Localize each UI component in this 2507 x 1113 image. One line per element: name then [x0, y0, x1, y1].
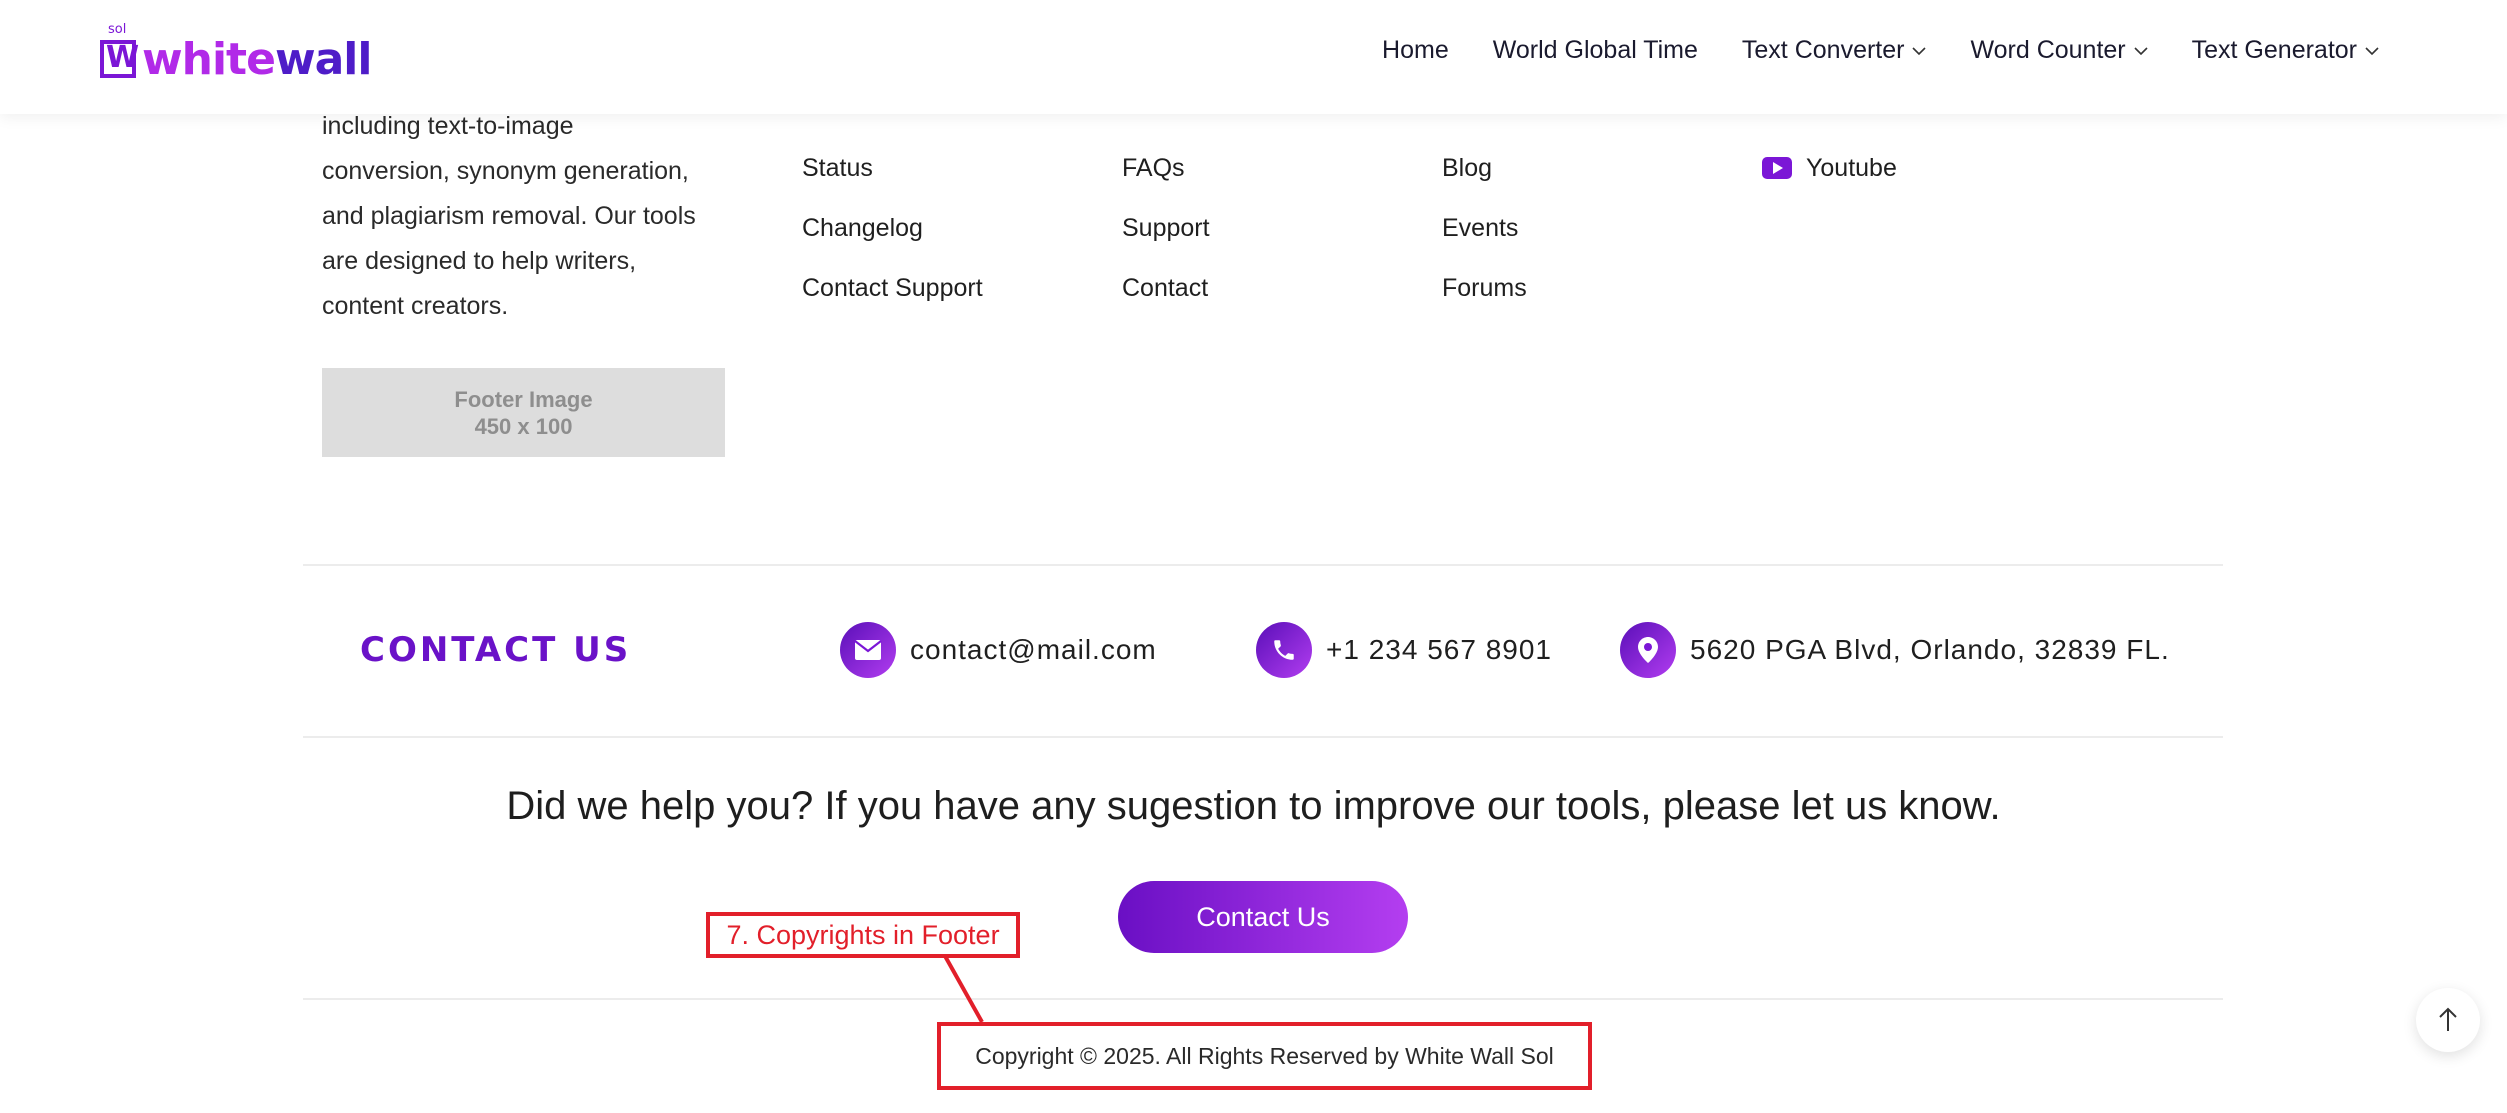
main-nav: Home World Global Time Text Converter Wo… [1382, 36, 2379, 65]
nav-word-counter[interactable]: Word Counter [1970, 36, 2148, 65]
footer-links-column-2: FAQs Support Contact [1122, 138, 1210, 318]
chevron-down-icon [2134, 46, 2148, 55]
footer-image-size: 450 x 100 [474, 413, 573, 439]
chevron-down-icon [2365, 46, 2379, 55]
footer-about-text: including text-to-image conversion, syno… [322, 104, 742, 329]
footer-links-column-1: Status Changelog Contact Support [802, 138, 983, 318]
footer-image-title: Footer Image [454, 386, 593, 412]
footer-link-status[interactable]: Status [802, 138, 983, 198]
footer-link-changelog[interactable]: Changelog [802, 198, 983, 258]
divider [303, 564, 2223, 566]
contact-email[interactable]: contact@mail.com [840, 622, 1157, 678]
footer-link-faqs[interactable]: FAQs [1122, 138, 1210, 198]
contact-phone-text: +1 234 567 8901 [1326, 634, 1552, 665]
contact-us-button[interactable]: Contact Us [1118, 881, 1408, 953]
footer-social-column: Youtube [1762, 138, 1897, 198]
divider [303, 736, 2223, 738]
footer-image-placeholder: Footer Image 450 x 100 [322, 368, 725, 457]
contact-us-title: CONTACT US [360, 630, 632, 670]
phone-icon [1256, 622, 1312, 678]
chevron-down-icon [1912, 46, 1927, 55]
footer-link-blog[interactable]: Blog [1442, 138, 1527, 198]
logo-sol-label: sol [108, 22, 127, 37]
footer-link-support[interactable]: Support [1122, 198, 1210, 258]
nav-text-converter-label: Text Converter [1741, 36, 1905, 64]
logo-mark-icon [100, 40, 139, 78]
scroll-to-top-button[interactable] [2416, 988, 2480, 1052]
footer-links-column-3: Blog Events Forums [1442, 138, 1527, 318]
footer-link-contact-support[interactable]: Contact Support [802, 258, 983, 318]
nav-home-label: Home [1382, 36, 1449, 64]
help-text: Did we help you? If you have any sugesti… [506, 784, 2001, 828]
about-line: are designed to help writers, [322, 247, 637, 275]
nav-text-generator[interactable]: Text Generator [2192, 36, 2379, 65]
youtube-icon [1762, 157, 1792, 179]
location-pin-icon [1620, 622, 1676, 678]
site-header: whitewall sol Home World Global Time Tex… [0, 0, 2507, 114]
mail-icon [840, 622, 896, 678]
logo-text-white: white [142, 34, 276, 85]
annotation-label: 7. Copyrights in Footer [706, 912, 1020, 958]
nav-text-generator-label: Text Generator [2191, 36, 2357, 64]
nav-world-global-time-label: World Global Time [1492, 36, 1698, 64]
about-line: and plagiarism removal. Our tools [322, 202, 696, 230]
footer-link-events[interactable]: Events [1442, 198, 1527, 258]
nav-word-counter-label: Word Counter [1970, 36, 2126, 64]
contact-email-text: contact@mail.com [910, 634, 1157, 665]
annotation-highlight-box [937, 1022, 1592, 1090]
nav-text-converter[interactable]: Text Converter [1742, 36, 1927, 65]
about-line: content creators. [322, 292, 509, 320]
logo[interactable]: whitewall [100, 26, 372, 82]
contact-address[interactable]: 5620 PGA Blvd, Orlando, 32839 FL. [1620, 622, 2170, 678]
contact-address-text: 5620 PGA Blvd, Orlando, 32839 FL. [1690, 634, 2170, 665]
logo-text-wall: wall [274, 34, 373, 85]
youtube-label: Youtube [1806, 154, 1897, 182]
logo-text: whitewall [142, 38, 372, 82]
about-line: conversion, synonym generation, [322, 157, 689, 185]
nav-world-global-time[interactable]: World Global Time [1493, 36, 1698, 65]
divider [303, 998, 2223, 1000]
social-link-youtube[interactable]: Youtube [1762, 138, 1897, 198]
footer-link-forums[interactable]: Forums [1442, 258, 1527, 318]
contact-phone[interactable]: +1 234 567 8901 [1256, 622, 1552, 678]
nav-home[interactable]: Home [1382, 36, 1449, 65]
arrow-up-icon [2439, 1007, 2457, 1031]
footer-link-contact[interactable]: Contact [1122, 258, 1210, 318]
